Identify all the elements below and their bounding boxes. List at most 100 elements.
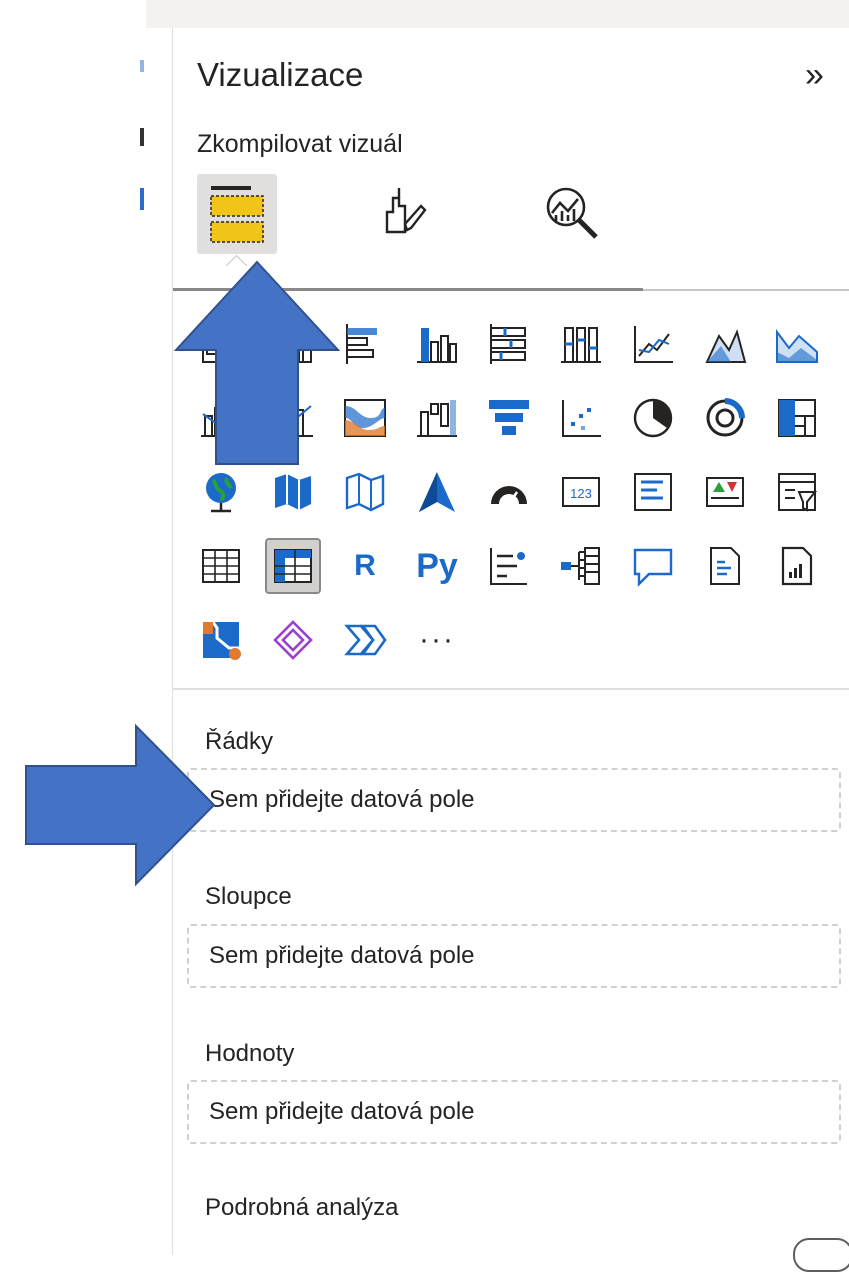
matrix-visual-icon bbox=[274, 549, 312, 583]
build-visual-heading: Zkompilovat vizuál bbox=[197, 130, 403, 158]
svg-text:123: 123 bbox=[570, 486, 592, 501]
drillthrough-section-label: Podrobná analýza bbox=[205, 1194, 399, 1221]
columns-well-placeholder: Sem přidejte datová pole bbox=[209, 942, 475, 969]
qna-visual-icon bbox=[633, 548, 673, 587]
azure-map-icon[interactable] bbox=[411, 466, 463, 518]
area-chart-icon[interactable] bbox=[699, 318, 751, 370]
cross-report-toggle[interactable] bbox=[793, 1238, 849, 1272]
paginated-report-icon bbox=[781, 546, 813, 586]
card-icon: 123 bbox=[562, 477, 600, 507]
section-divider bbox=[173, 688, 849, 690]
key-influencers-icon bbox=[490, 548, 527, 585]
tab-build-visual[interactable] bbox=[197, 174, 277, 254]
left-edge-mark bbox=[140, 128, 144, 146]
line-chart-icon bbox=[634, 326, 673, 363]
slicer-icon[interactable] bbox=[771, 466, 823, 518]
clustered-bar-chart-icon[interactable] bbox=[339, 318, 391, 370]
kpi-icon bbox=[706, 477, 744, 507]
r-script-visual-label: R bbox=[354, 549, 376, 582]
clustered-bar-chart-icon bbox=[346, 324, 377, 364]
left-edge-mark bbox=[140, 188, 144, 210]
funnel-chart-icon bbox=[489, 400, 529, 435]
filled-map-icon[interactable] bbox=[267, 466, 319, 518]
smart-narrative-icon bbox=[710, 547, 740, 585]
magnifier-analytics-icon bbox=[546, 187, 598, 239]
top-bar bbox=[146, 0, 849, 28]
power-automate-visual-icon bbox=[203, 620, 241, 660]
python-visual-label: Py bbox=[416, 546, 458, 585]
pie-chart-icon[interactable] bbox=[627, 392, 679, 444]
pane-title: Vizualizace bbox=[197, 56, 364, 93]
paginated-report-icon[interactable] bbox=[771, 540, 823, 592]
scatter-chart-icon bbox=[562, 400, 601, 437]
ribbon-chart-icon bbox=[344, 399, 386, 437]
r-script-visual-icon[interactable]: R bbox=[339, 540, 391, 592]
power-automate-flow-icon[interactable] bbox=[339, 614, 391, 666]
pie-chart-icon bbox=[633, 398, 673, 438]
more-visuals-icon[interactable]: ··· bbox=[411, 614, 463, 666]
left-edge-mark bbox=[140, 60, 144, 72]
100-stacked-column-chart-icon bbox=[561, 327, 601, 363]
visualizations-pane: Vizualizace » Zkompilovat vizuál 123 R P… bbox=[172, 28, 849, 1272]
python-visual-icon[interactable]: Py bbox=[411, 540, 463, 592]
ribbon-chart-icon[interactable] bbox=[339, 392, 391, 444]
100-stacked-bar-chart-icon bbox=[490, 324, 526, 364]
collapse-pane-icon[interactable]: » bbox=[805, 56, 824, 95]
rows-well-placeholder: Sem přidejte datová pole bbox=[209, 786, 475, 813]
columns-field-well[interactable]: Sem přidejte datová pole bbox=[187, 924, 841, 988]
tab-format-visual[interactable] bbox=[363, 174, 443, 254]
100-stacked-column-chart-icon[interactable] bbox=[555, 318, 607, 370]
area-chart-icon bbox=[705, 329, 747, 363]
gauge-icon[interactable] bbox=[483, 466, 535, 518]
table-visual-icon bbox=[202, 549, 240, 583]
map-icon bbox=[206, 473, 236, 513]
table-visual-icon[interactable] bbox=[195, 540, 247, 592]
clustered-column-chart-icon[interactable] bbox=[411, 318, 463, 370]
kpi-icon[interactable] bbox=[699, 466, 751, 518]
key-influencers-icon[interactable] bbox=[483, 540, 535, 592]
line-chart-icon[interactable] bbox=[627, 318, 679, 370]
filled-map-icon bbox=[275, 474, 311, 510]
donut-chart-icon bbox=[706, 398, 745, 437]
gauge-icon bbox=[491, 486, 527, 505]
rows-field-well[interactable]: Sem přidejte datová pole bbox=[187, 768, 841, 832]
100-stacked-bar-chart-icon[interactable] bbox=[483, 318, 535, 370]
background-window-strip bbox=[0, 0, 146, 1255]
slicer-icon bbox=[778, 473, 818, 512]
card-icon[interactable]: 123 bbox=[555, 466, 607, 518]
clustered-column-chart-icon bbox=[417, 328, 457, 363]
tab-analytics[interactable] bbox=[533, 174, 613, 254]
power-automate-visual-icon[interactable] bbox=[195, 614, 247, 666]
donut-chart-icon[interactable] bbox=[699, 392, 751, 444]
columns-well-label: Sloupce bbox=[205, 883, 292, 910]
shape-map-icon[interactable] bbox=[339, 466, 391, 518]
treemap-icon bbox=[778, 399, 816, 437]
azure-map-icon bbox=[419, 472, 455, 512]
paintbrush-icon bbox=[385, 188, 427, 234]
up-arrow-annotation bbox=[173, 260, 341, 465]
values-field-well[interactable]: Sem přidejte datová pole bbox=[187, 1080, 841, 1144]
multi-row-card-icon bbox=[634, 473, 672, 511]
map-icon[interactable] bbox=[195, 466, 247, 518]
decomposition-tree-icon[interactable] bbox=[555, 540, 607, 592]
qna-visual-icon[interactable] bbox=[627, 540, 679, 592]
table-build-icon bbox=[210, 186, 264, 243]
decomposition-tree-icon bbox=[561, 547, 600, 585]
power-apps-visual-icon[interactable] bbox=[267, 614, 319, 666]
waterfall-chart-icon bbox=[417, 400, 457, 437]
smart-narrative-icon[interactable] bbox=[699, 540, 751, 592]
power-apps-visual-icon bbox=[273, 620, 313, 660]
matrix-visual-icon[interactable] bbox=[265, 538, 321, 594]
values-well-label: Hodnoty bbox=[205, 1040, 295, 1067]
more-visuals-label: ··· bbox=[419, 623, 455, 656]
waterfall-chart-icon[interactable] bbox=[411, 392, 463, 444]
scatter-chart-icon[interactable] bbox=[555, 392, 607, 444]
shape-map-icon bbox=[345, 472, 385, 512]
funnel-chart-icon[interactable] bbox=[483, 392, 535, 444]
right-arrow-annotation bbox=[25, 723, 216, 887]
stacked-area-chart-icon[interactable] bbox=[771, 318, 823, 370]
multi-row-card-icon[interactable] bbox=[627, 466, 679, 518]
treemap-icon[interactable] bbox=[771, 392, 823, 444]
power-automate-flow-icon bbox=[344, 624, 387, 656]
values-well-placeholder: Sem přidejte datová pole bbox=[209, 1098, 475, 1125]
